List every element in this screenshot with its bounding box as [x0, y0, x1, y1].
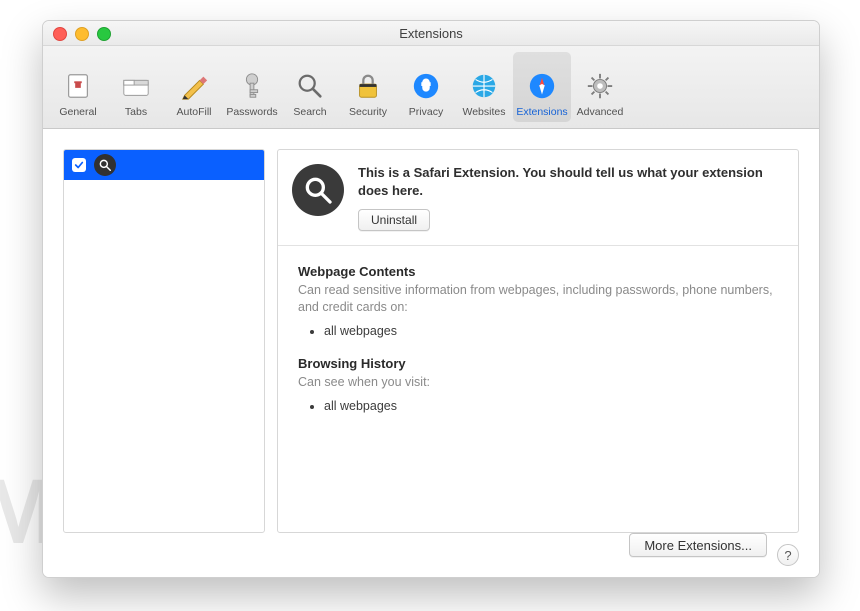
toolbar-label: Advanced	[577, 106, 624, 118]
privacy-icon	[410, 70, 442, 102]
toolbar-label: General	[59, 106, 96, 118]
toolbar: General Tabs AutoFill Passwords Search Securi…	[43, 46, 819, 129]
permission-title: Webpage Contents	[298, 264, 778, 279]
close-window-button[interactable]	[53, 27, 67, 41]
toolbar-label: Passwords	[226, 106, 277, 118]
magnifier-icon	[292, 164, 344, 216]
permission-item: all webpages	[324, 397, 778, 415]
search-icon	[294, 70, 326, 102]
toolbar-general[interactable]: General	[49, 52, 107, 122]
main-area: This is a Safari Extension. You should t…	[43, 129, 819, 533]
window-title: Extensions	[399, 26, 463, 41]
toolbar-label: AutoFill	[176, 106, 211, 118]
permission-subtitle: Can read sensitive information from webp…	[298, 282, 778, 316]
permission-list: all webpages	[298, 397, 778, 415]
toolbar-label: Websites	[463, 106, 506, 118]
extension-detail-panel: This is a Safari Extension. You should t…	[277, 149, 799, 533]
tabs-icon	[120, 70, 152, 102]
general-icon	[62, 70, 94, 102]
magnifier-icon	[94, 154, 116, 176]
permission-list: all webpages	[298, 322, 778, 340]
websites-icon	[468, 70, 500, 102]
autofill-icon	[178, 70, 210, 102]
titlebar[interactable]: Extensions	[43, 21, 819, 46]
permission-subtitle: Can see when you visit:	[298, 374, 778, 391]
help-button[interactable]: ?	[777, 544, 799, 566]
uninstall-button[interactable]: Uninstall	[358, 209, 430, 231]
advanced-icon	[584, 70, 616, 102]
permission-title: Browsing History	[298, 356, 778, 371]
footer: More Extensions... ?	[43, 533, 819, 577]
toolbar-label: Security	[349, 106, 387, 118]
toolbar-label: Tabs	[125, 106, 147, 118]
toolbar-advanced[interactable]: Advanced	[571, 52, 629, 122]
minimize-window-button[interactable]	[75, 27, 89, 41]
permissions-section: Webpage Contents Can read sensitive infor…	[278, 246, 798, 443]
toolbar-label: Privacy	[409, 106, 443, 118]
toolbar-security[interactable]: Security	[339, 52, 397, 122]
passwords-icon	[236, 70, 268, 102]
toolbar-passwords[interactable]: Passwords	[223, 52, 281, 122]
toolbar-label: Extensions	[516, 106, 567, 118]
security-icon	[352, 70, 384, 102]
window-controls	[53, 27, 111, 41]
extensions-sidebar	[63, 149, 265, 533]
preferences-window: Extensions General Tabs AutoFill Passwords S…	[42, 20, 820, 578]
toolbar-privacy[interactable]: Privacy	[397, 52, 455, 122]
permission-item: all webpages	[324, 322, 778, 340]
detail-header: This is a Safari Extension. You should t…	[278, 150, 798, 246]
backdrop: MALWARETIPS Extensions GeneralTabsAutoFi…	[0, 0, 860, 611]
toolbar-tabs[interactable]: Tabs	[107, 52, 165, 122]
extensions-icon	[526, 70, 558, 102]
extension-list-item[interactable]	[64, 150, 264, 180]
toolbar-label: Search	[293, 106, 326, 118]
toolbar-autofill[interactable]: AutoFill	[165, 52, 223, 122]
toolbar-extensions[interactable]: Extensions	[513, 52, 571, 122]
extension-description: This is a Safari Extension. You should t…	[358, 164, 782, 199]
toolbar-websites[interactable]: Websites	[455, 52, 513, 122]
toolbar-search[interactable]: Search	[281, 52, 339, 122]
more-extensions-button[interactable]: More Extensions...	[629, 533, 767, 557]
zoom-window-button[interactable]	[97, 27, 111, 41]
extension-enabled-checkbox[interactable]	[72, 158, 86, 172]
content: This is a Safari Extension. You should t…	[43, 129, 819, 577]
